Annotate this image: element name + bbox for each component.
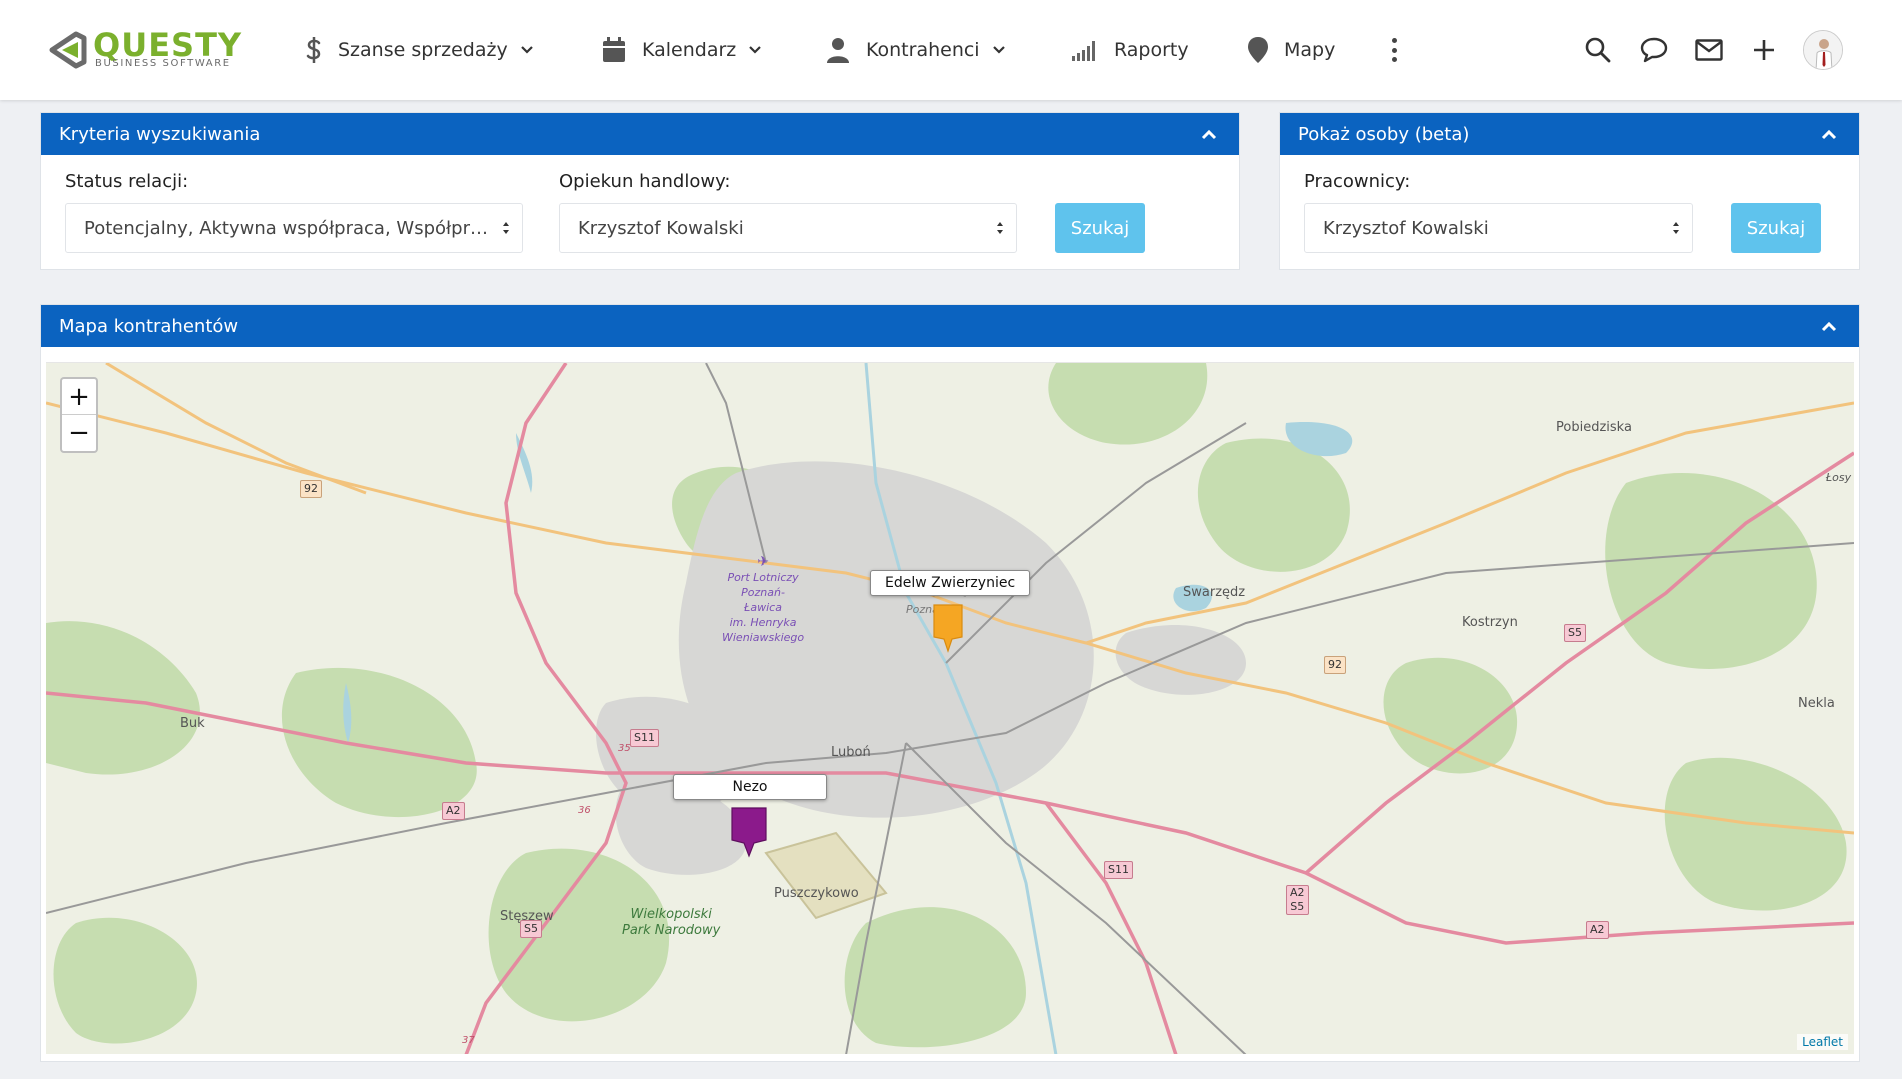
calendar-icon [603, 37, 625, 62]
road-number: 37 [462, 1035, 475, 1046]
user-avatar[interactable] [1803, 30, 1843, 70]
search-criteria-panel: Kryteria wyszukiwania Status relacji: Po… [40, 112, 1240, 270]
place-swarzedz: Swarzędz [1183, 585, 1246, 600]
signal-bars-icon [1072, 41, 1095, 61]
employees-select[interactable]: Krzysztof Kowalski [1304, 203, 1693, 253]
road-shield: A2 [1586, 921, 1609, 939]
park-line-2: Park Narodowy [622, 923, 721, 938]
nav-reports[interactable]: Raporty [1072, 30, 1189, 70]
show-people-panel: Pokaż osoby (beta) Pracownicy: Krzysztof… [1279, 112, 1860, 270]
nav-sales-opportunities[interactable]: Szanse sprzedaży [306, 30, 534, 70]
relation-status-label: Status relacji: [65, 171, 189, 192]
map-marker-edelw-icon[interactable] [930, 603, 966, 653]
place-kostrzyn: Kostrzyn [1462, 615, 1518, 630]
nav-contractors[interactable]: Kontrahenci [826, 30, 1006, 70]
contractors-map-header: Mapa kontrahentów [41, 305, 1859, 347]
road-shield: S11 [630, 729, 659, 747]
logo-subtitle: BUSINESS SOFTWARE [95, 58, 231, 69]
road-shield: 92 [300, 480, 322, 498]
questy-logo[interactable]: QUESTY BUSINESS SOFTWARE [48, 26, 263, 74]
place-losy: Łosy [1826, 471, 1852, 484]
road-shield-a2: A2 [1290, 886, 1305, 899]
chat-icon[interactable] [1638, 34, 1670, 66]
nav-maps[interactable]: Mapy [1248, 30, 1335, 70]
relation-status-select[interactable]: Potencjalny, Aktywna współpraca, Współpr… [65, 203, 523, 253]
nav-sales-opportunities-label: Szanse sprzedaży [338, 39, 508, 61]
search-icon[interactable] [1582, 34, 1614, 66]
road-number: 36 [578, 805, 591, 816]
select-arrows-icon [1673, 222, 1679, 234]
nav-calendar-label: Kalendarz [642, 39, 737, 61]
airport-label: ✈ Port Lotniczy Poznań- Ławica im. Henry… [722, 555, 804, 645]
mail-icon[interactable] [1693, 34, 1725, 66]
show-people-header: Pokaż osoby (beta) [1280, 113, 1859, 155]
marker-tooltip-nezo: Nezo [673, 774, 827, 800]
leaflet-attribution-link[interactable]: Leaflet [1797, 1034, 1848, 1050]
map-canvas[interactable]: Pobiedziska Łosy Swarzędz Kostrzyn Nekla… [46, 362, 1854, 1054]
road-shield-s5: S5 [1290, 900, 1305, 913]
nav-maps-label: Mapy [1284, 39, 1336, 61]
airport-line-5: Wieniawskiego [722, 631, 805, 644]
place-puszczykowo: Puszczykowo [774, 886, 859, 901]
nav-reports-label: Raporty [1114, 39, 1189, 61]
map-tiles[interactable] [46, 363, 1854, 1054]
collapse-chevron-up-icon[interactable] [1197, 122, 1221, 146]
employees-label: Pracownicy: [1304, 171, 1411, 192]
road-shield: S5 [520, 920, 542, 938]
road-number: 35 [618, 743, 631, 754]
user-icon [827, 38, 849, 63]
plus-icon[interactable] [1748, 34, 1780, 66]
search-criteria-title: Kryteria wyszukiwania [59, 123, 261, 145]
account-manager-value: Krzysztof Kowalski [578, 217, 744, 239]
airplane-icon: ✈ [757, 554, 769, 570]
place-pobiedziska: Pobiedziska [1556, 420, 1632, 435]
road-shield: 92 [1324, 656, 1346, 674]
zoom-in-button[interactable]: + [62, 379, 96, 415]
people-search-button[interactable]: Szukaj [1731, 203, 1821, 253]
criteria-search-button[interactable]: Szukaj [1055, 203, 1145, 253]
select-arrows-icon [503, 222, 509, 234]
dollar-icon [306, 37, 321, 63]
show-people-title: Pokaż osoby (beta) [1298, 123, 1470, 145]
place-nekla: Nekla [1798, 696, 1835, 711]
place-lubon: Luboń [831, 745, 871, 760]
collapse-chevron-up-icon[interactable] [1817, 314, 1841, 338]
airport-line-3: Ławica [744, 601, 782, 614]
map-pin-icon [1248, 37, 1268, 63]
zoom-out-button[interactable]: − [62, 415, 96, 451]
road-shield: S11 [1104, 861, 1133, 879]
more-menu-icon[interactable] [1382, 34, 1406, 66]
zoom-control: + − [60, 377, 98, 453]
airport-line-2: Poznań- [741, 586, 785, 599]
contractors-map-title: Mapa kontrahentów [59, 315, 239, 337]
chevron-down-icon [520, 46, 533, 54]
chevron-down-icon [749, 46, 762, 54]
nav-contractors-label: Kontrahenci [866, 39, 980, 61]
avatar-person-icon [1804, 31, 1842, 69]
top-navigation-bar: QUESTY BUSINESS SOFTWARE Szanse sprzedaż… [0, 0, 1902, 100]
questy-logo-mark-icon [49, 31, 87, 69]
collapse-chevron-up-icon[interactable] [1817, 122, 1841, 146]
place-buk: Buk [180, 716, 205, 731]
nav-calendar[interactable]: Kalendarz [602, 30, 762, 70]
account-manager-label: Opiekun handlowy: [559, 171, 731, 192]
select-arrows-icon [997, 222, 1003, 234]
national-park-label: Wielkopolski Park Narodowy [622, 907, 720, 939]
employees-value: Krzysztof Kowalski [1323, 217, 1489, 239]
road-shield: S5 [1564, 624, 1586, 642]
marker-tooltip-edelw: Edelw Zwierzyniec [870, 570, 1031, 596]
road-shield: A2 S5 [1286, 885, 1309, 915]
chevron-down-icon [992, 46, 1005, 54]
map-marker-nezo-icon[interactable] [730, 806, 768, 858]
account-manager-select[interactable]: Krzysztof Kowalski [559, 203, 1017, 253]
relation-status-value: Potencjalny, Aktywna współpraca, Współpr… [84, 217, 488, 239]
park-line-1: Wielkopolski [630, 907, 712, 922]
airport-line-1: Port Lotniczy [727, 571, 799, 584]
search-criteria-header: Kryteria wyszukiwania [41, 113, 1239, 155]
road-shield: A2 [442, 802, 465, 820]
airport-line-4: im. Henryka [729, 616, 797, 629]
